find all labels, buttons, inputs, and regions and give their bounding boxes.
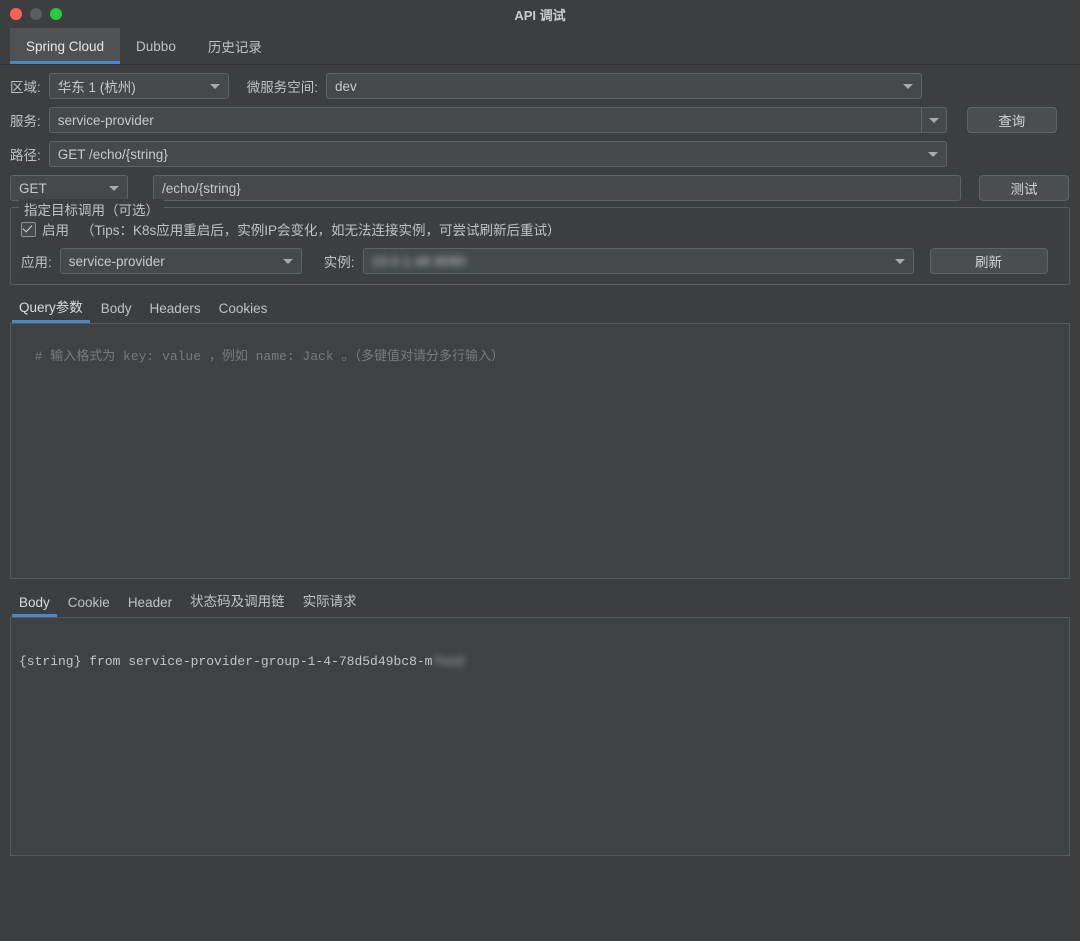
tab-response-body-label: Body (19, 595, 50, 610)
tab-response-header[interactable]: Header (119, 595, 181, 617)
chevron-down-icon (109, 186, 119, 191)
chevron-down-icon (928, 118, 939, 123)
test-button[interactable]: 测试 (979, 175, 1069, 201)
region-label: 区域: (10, 80, 41, 95)
tab-body[interactable]: Body (92, 301, 141, 323)
service-value: service-provider (57, 112, 154, 128)
region-value: 华东 1 (杭州) (57, 80, 136, 95)
enable-target-label: 启用 (42, 223, 69, 238)
http-method-select[interactable]: GET (10, 175, 128, 201)
tab-response-cookie-label: Cookie (67, 595, 110, 610)
maximize-window-button[interactable] (50, 8, 62, 20)
query-button-label: 查询 (998, 114, 1026, 129)
refresh-instances-button[interactable]: 刷新 (929, 248, 1048, 274)
region-row: 区域: 华东 1 (杭州) 微服务空间: dev (10, 73, 1070, 99)
target-invocation-legend: 指定目标调用（可选） (19, 199, 164, 219)
service-label: 服务: (10, 114, 41, 129)
path-row: 路径: GET /echo/{string} (10, 141, 1070, 167)
instance-select[interactable]: 10.0.1.48 8080 (362, 248, 914, 274)
close-window-button[interactable] (10, 8, 22, 20)
chevron-down-icon (282, 259, 293, 264)
tab-actual-request-label: 实际请求 (302, 594, 357, 609)
http-method-value: GET (19, 180, 47, 196)
method-row: GET /echo/{string} 测试 (10, 175, 1070, 201)
instance-value: 10.0.1.48 8080 (371, 253, 466, 269)
service-row: 服务: service-provider 查询 (10, 107, 1070, 133)
app-select[interactable]: service-provider (59, 248, 302, 274)
chevron-down-icon (894, 259, 905, 264)
query-params-editor[interactable]: # 输入格式为 key: value ，例如 name: Jack 。（多键值对… (10, 323, 1070, 579)
chevron-down-icon (927, 152, 938, 157)
enable-target-row: 启用 （Tips：K8s应用重启后，实例IP会变化，如无法连接实例，可尝试刷新后… (21, 220, 1059, 238)
tab-cookies[interactable]: Cookies (210, 301, 277, 323)
tab-dubbo-label: Dubbo (136, 38, 176, 54)
target-tips-text: （Tips：K8s应用重启后，实例IP会变化，如无法连接实例，可尝试刷新后重试） (81, 223, 561, 238)
target-invocation-group: 指定目标调用（可选） 启用 （Tips：K8s应用重启后，实例IP会变化，如无法… (10, 199, 1070, 285)
window-controls (0, 8, 62, 20)
request-url-value: /echo/{string} (162, 180, 241, 196)
request-url-input[interactable]: /echo/{string} (153, 175, 961, 201)
request-form: 区域: 华东 1 (杭州) 微服务空间: dev 服务: service-pro… (0, 65, 1080, 201)
namespace-select[interactable]: dev (326, 73, 923, 99)
chevron-down-icon (209, 84, 220, 89)
tab-history-label: 历史记录 (207, 40, 262, 55)
path-value: GET /echo/{string} (57, 146, 168, 162)
request-tab-bar: Query参数 Body Headers Cookies (0, 295, 1080, 323)
tab-spring-cloud[interactable]: Spring Cloud (10, 28, 121, 64)
query-params-placeholder: # 输入格式为 key: value ，例如 name: Jack 。（多键值对… (34, 349, 504, 364)
response-body-editor[interactable]: {string} from service-provider-group-1-4… (10, 617, 1070, 856)
app-instance-row: 应用: service-provider 实例: 10.0.1.48 8080 … (21, 248, 1059, 274)
path-label: 路径: (10, 148, 41, 163)
tab-headers[interactable]: Headers (141, 301, 210, 323)
response-tab-bar: Body Cookie Header 状态码及调用链 实际请求 (0, 589, 1080, 617)
test-button-label: 测试 (1010, 182, 1038, 197)
instance-label: 实例: (323, 255, 355, 270)
tab-response-body[interactable]: Body (10, 595, 59, 617)
tab-history[interactable]: 历史记录 (192, 28, 278, 64)
tab-response-header-label: Header (127, 595, 173, 610)
namespace-label: 微服务空间: (246, 80, 319, 95)
enable-target-checkbox[interactable] (21, 221, 36, 237)
query-button[interactable]: 查询 (966, 107, 1057, 133)
tab-headers-label: Headers (149, 301, 201, 316)
tab-status-and-trace-label: 状态码及调用链 (190, 594, 285, 609)
tab-spring-cloud-label: Spring Cloud (26, 38, 105, 54)
app-label: 应用: (21, 255, 52, 270)
namespace-value: dev (335, 78, 357, 94)
tab-response-cookie[interactable]: Cookie (59, 595, 119, 617)
window-titlebar: API 调试 (0, 0, 1080, 28)
region-select[interactable]: 华东 1 (杭州) (48, 73, 229, 99)
response-body-redacted: 7xz2 (432, 654, 465, 669)
service-select[interactable]: service-provider (48, 107, 947, 133)
tab-query-params[interactable]: Query参数 (10, 296, 92, 323)
tab-actual-request[interactable]: 实际请求 (294, 590, 366, 617)
minimize-window-button[interactable] (30, 8, 42, 20)
tab-cookies-label: Cookies (218, 301, 268, 316)
tab-body-label: Body (100, 301, 132, 316)
window-title: API 调试 (514, 7, 566, 23)
chevron-down-icon (903, 84, 914, 89)
response-body-line: {string} from service-provider-group-1-4… (19, 654, 1061, 669)
main-tab-bar: Spring Cloud Dubbo 历史记录 (0, 28, 1080, 65)
app-value: service-provider (68, 253, 165, 269)
tab-query-params-label: Query参数 (19, 300, 83, 315)
response-body-text: {string} from service-provider-group-1-4… (19, 654, 433, 669)
tab-dubbo[interactable]: Dubbo (120, 28, 192, 64)
path-select[interactable]: GET /echo/{string} (48, 141, 947, 167)
refresh-button-label: 刷新 (975, 255, 1003, 270)
tab-status-and-trace[interactable]: 状态码及调用链 (181, 590, 294, 617)
